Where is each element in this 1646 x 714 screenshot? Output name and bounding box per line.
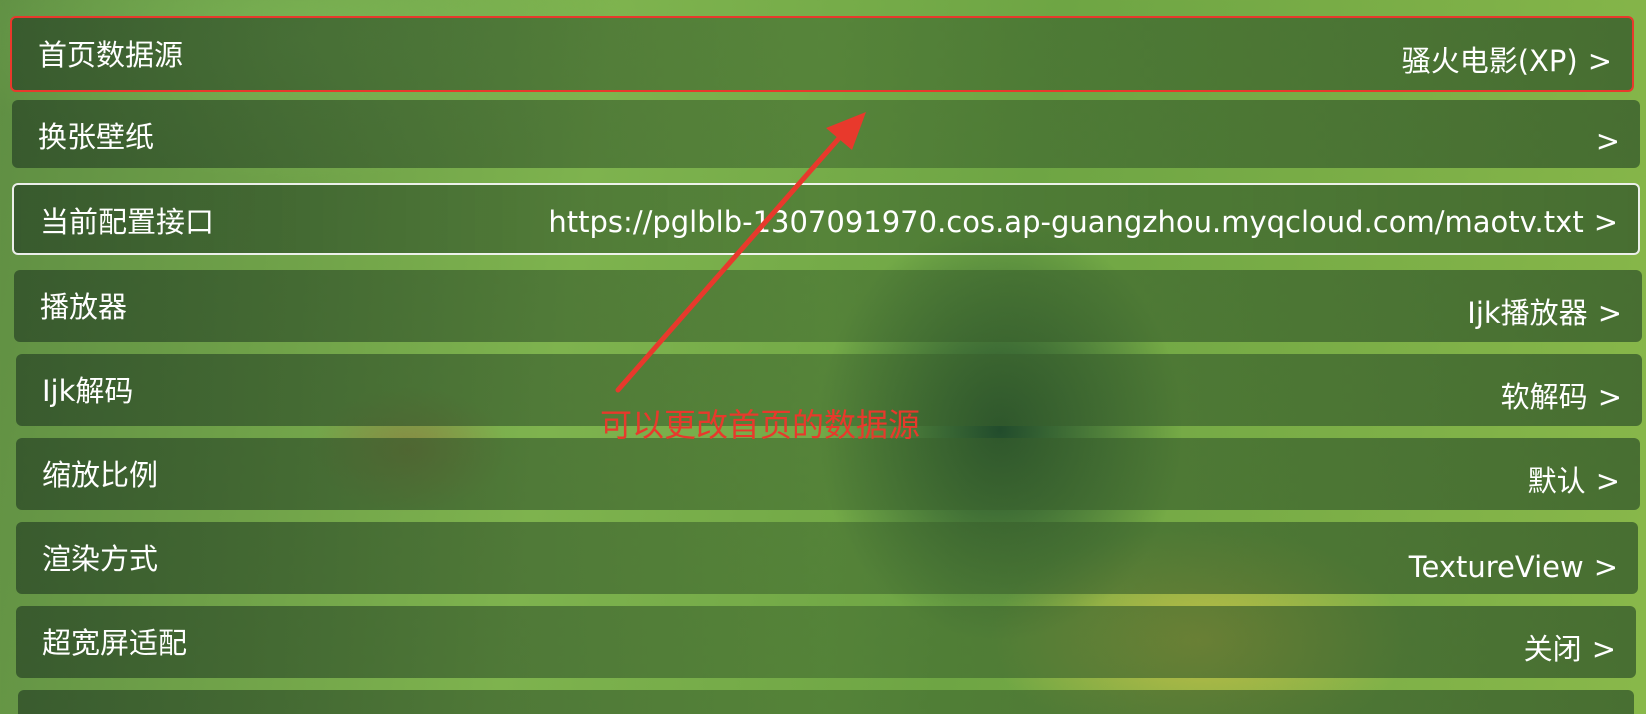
annotation-text: 可以更改首页的数据源 xyxy=(600,406,921,444)
annotation-arrow-icon xyxy=(615,112,866,393)
